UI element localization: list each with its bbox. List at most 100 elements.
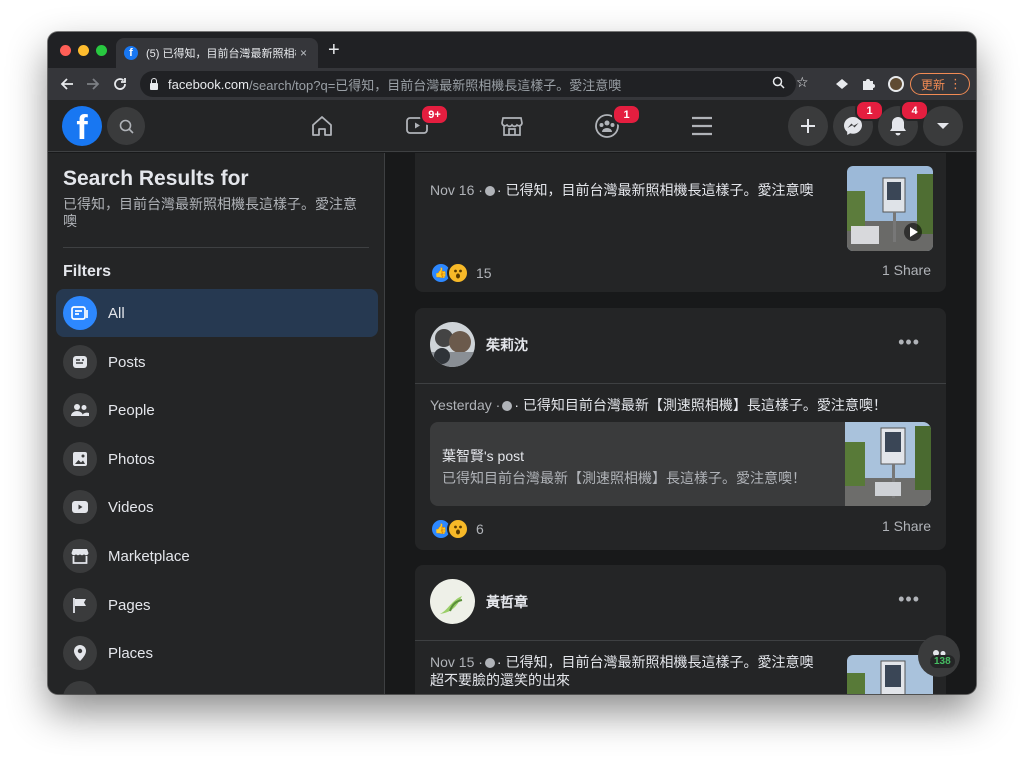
post-text: · 已得知，目前台灣最新照相機長這樣子。愛注意噢 xyxy=(496,654,814,670)
filter-item-all[interactable]: All xyxy=(56,289,378,337)
reaction-count: 15 xyxy=(476,265,492,281)
address-bar[interactable]: facebook.com /search/top?q=已得知，目前台灣最新照相機… xyxy=(140,71,809,97)
messenger-button[interactable]: 1 xyxy=(833,100,884,146)
url-path: /search/top?q=已得知，目前台灣最新照相機長這樣子。愛注意噢 xyxy=(248,77,622,93)
filter-item-places[interactable]: Places xyxy=(56,629,378,677)
shared-post-preview[interactable]: 葉智賢's post 已得知目前台灣最新【測速照相機】長這樣子。愛注意噢！ xyxy=(430,422,931,506)
menu-dots-icon[interactable]: ⋮ xyxy=(949,76,962,92)
filter-item-pages[interactable]: Pages xyxy=(56,581,378,629)
globe-icon xyxy=(484,186,495,196)
post-card: 茱莉沈 ••• Yesterday · · 已得知目前台灣最新【測速照相機】長這樣… xyxy=(415,308,946,550)
lock-icon xyxy=(150,77,158,90)
post-author[interactable]: 茱莉沈 xyxy=(486,335,528,355)
home-icon xyxy=(312,116,332,136)
groups-badge: 1 xyxy=(612,104,641,125)
page-title: Search Results for xyxy=(63,167,249,190)
post-card: Nov 16 · · 已得知，目前台灣最新照相機長這樣子。愛注意噢 👍 15 1… xyxy=(415,153,946,292)
shared-post-author: 葉智賢's post xyxy=(442,448,525,464)
post-card: 黃哲章 ••• Nov 15 · · 已得知，目前台灣最新照相機長這樣子。愛注意噢… xyxy=(415,565,946,694)
facebook-header: f 9+ 1 1 4 xyxy=(48,100,976,152)
filter-item-videos[interactable]: Videos xyxy=(56,483,378,531)
menu-tab[interactable] xyxy=(687,112,717,140)
profile-avatar-icon[interactable] xyxy=(888,76,904,92)
marketplace-icon xyxy=(501,117,523,136)
tab-close-icon[interactable]: × xyxy=(300,46,307,60)
avatar[interactable] xyxy=(430,322,475,367)
minimize-window-button[interactable] xyxy=(78,45,89,56)
puzzle-icon[interactable] xyxy=(860,76,876,92)
tab-strip: f (5) 已得知，目前台灣最新照相機 × + xyxy=(48,32,976,68)
home-tab[interactable] xyxy=(307,112,337,140)
tab-title: (5) 已得知，目前台灣最新照相機 xyxy=(146,48,296,60)
globe-icon xyxy=(484,658,495,668)
watch-tab[interactable]: 9+ xyxy=(402,104,449,140)
zoom-icon[interactable] xyxy=(772,76,785,92)
back-icon[interactable] xyxy=(56,73,78,95)
post-meta: Nov 16 · · 已得知，目前台灣最新照相機長這樣子。愛注意噢 xyxy=(430,181,813,199)
post-meta: Nov 15 · · 已得知，目前台灣最新照相機長這樣子。愛注意噢 超不要臉的還笑… xyxy=(430,653,813,689)
extension-icon[interactable] xyxy=(834,76,850,92)
post-text-line2: 超不要臉的還笑的出來 xyxy=(430,672,570,688)
divider xyxy=(415,383,946,384)
marketplace-tab[interactable] xyxy=(497,112,527,140)
post-header: 黃哲章 xyxy=(430,579,528,624)
wow-reaction-icon xyxy=(447,518,469,540)
share-count[interactable]: 1 Share xyxy=(882,262,931,278)
filter-item-people[interactable]: People xyxy=(56,386,378,434)
update-label: 更新 xyxy=(921,77,946,92)
divider xyxy=(63,247,369,248)
filter-item-posts[interactable]: Posts xyxy=(56,338,378,386)
new-message-button[interactable]: 138 xyxy=(918,635,960,677)
browser-toolbar: facebook.com /search/top?q=已得知，目前台灣最新照相機… xyxy=(48,68,976,100)
close-window-button[interactable] xyxy=(60,45,71,56)
search-filters-sidebar: Search Results for 已得知，目前台灣最新照相機長這樣子。愛注意… xyxy=(48,153,385,694)
reactions[interactable]: 👍 15 xyxy=(430,262,492,284)
people-icon xyxy=(63,393,97,427)
browser-window: f (5) 已得知，目前台灣最新照相機 × + facebook.com /se… xyxy=(48,32,976,694)
share-count[interactable]: 1 Share xyxy=(882,518,931,534)
create-button[interactable] xyxy=(788,106,828,146)
filter-label: Pages xyxy=(108,596,151,614)
more-options-icon[interactable]: ••• xyxy=(898,332,920,353)
pages-icon xyxy=(63,588,97,622)
filter-label: Marketplace xyxy=(108,547,190,565)
post-date[interactable]: Yesterday · xyxy=(430,397,500,413)
account-button[interactable] xyxy=(923,106,963,146)
reload-icon[interactable] xyxy=(109,73,131,95)
bookmark-star-icon[interactable]: ☆ xyxy=(796,74,809,91)
chat-count-badge: 138 xyxy=(930,655,955,668)
search-button[interactable] xyxy=(107,107,145,145)
posts-icon xyxy=(63,345,97,379)
filter-label: People xyxy=(108,401,155,419)
filter-label: Videos xyxy=(108,498,154,516)
caret-down-icon xyxy=(937,123,949,129)
forward-icon[interactable] xyxy=(82,73,104,95)
post-date[interactable]: Nov 16 · xyxy=(430,182,483,198)
browser-tab[interactable]: f (5) 已得知，目前台灣最新照相機 × xyxy=(116,38,318,68)
shared-post-text: 已得知目前台灣最新【測速照相機】長這樣子。愛注意噢！ xyxy=(442,470,806,486)
new-tab-button[interactable]: + xyxy=(328,40,340,60)
shared-post-thumbnail xyxy=(845,422,931,506)
post-author[interactable]: 黃哲章 xyxy=(486,592,528,612)
update-button[interactable]: 更新 ⋮ xyxy=(910,73,970,95)
filter-item-marketplace[interactable]: Marketplace xyxy=(56,532,378,580)
avatar[interactable] xyxy=(430,579,475,624)
post-date[interactable]: Nov 15 · xyxy=(430,654,483,670)
search-icon xyxy=(119,119,134,134)
filter-item-photos[interactable]: Photos xyxy=(56,435,378,483)
filters-heading: Filters xyxy=(63,263,112,280)
video-thumbnail[interactable] xyxy=(847,166,933,251)
post-text: · 已得知，目前台灣最新照相機長這樣子。愛注意噢 xyxy=(496,182,814,198)
maximize-window-button[interactable] xyxy=(96,45,107,56)
filter-item-more[interactable] xyxy=(63,681,97,694)
groups-tab[interactable]: 1 xyxy=(592,104,641,140)
more-options-icon[interactable]: ••• xyxy=(898,589,920,610)
notifications-button[interactable]: 4 xyxy=(878,100,929,146)
reactions[interactable]: 👍 6 xyxy=(430,518,484,540)
all-icon xyxy=(63,296,97,330)
filter-label: Posts xyxy=(108,353,146,371)
facebook-favicon-icon: f xyxy=(124,46,138,60)
filter-label: Places xyxy=(108,644,154,662)
url-host: facebook.com xyxy=(168,76,249,92)
facebook-logo-icon[interactable]: f xyxy=(62,106,102,146)
